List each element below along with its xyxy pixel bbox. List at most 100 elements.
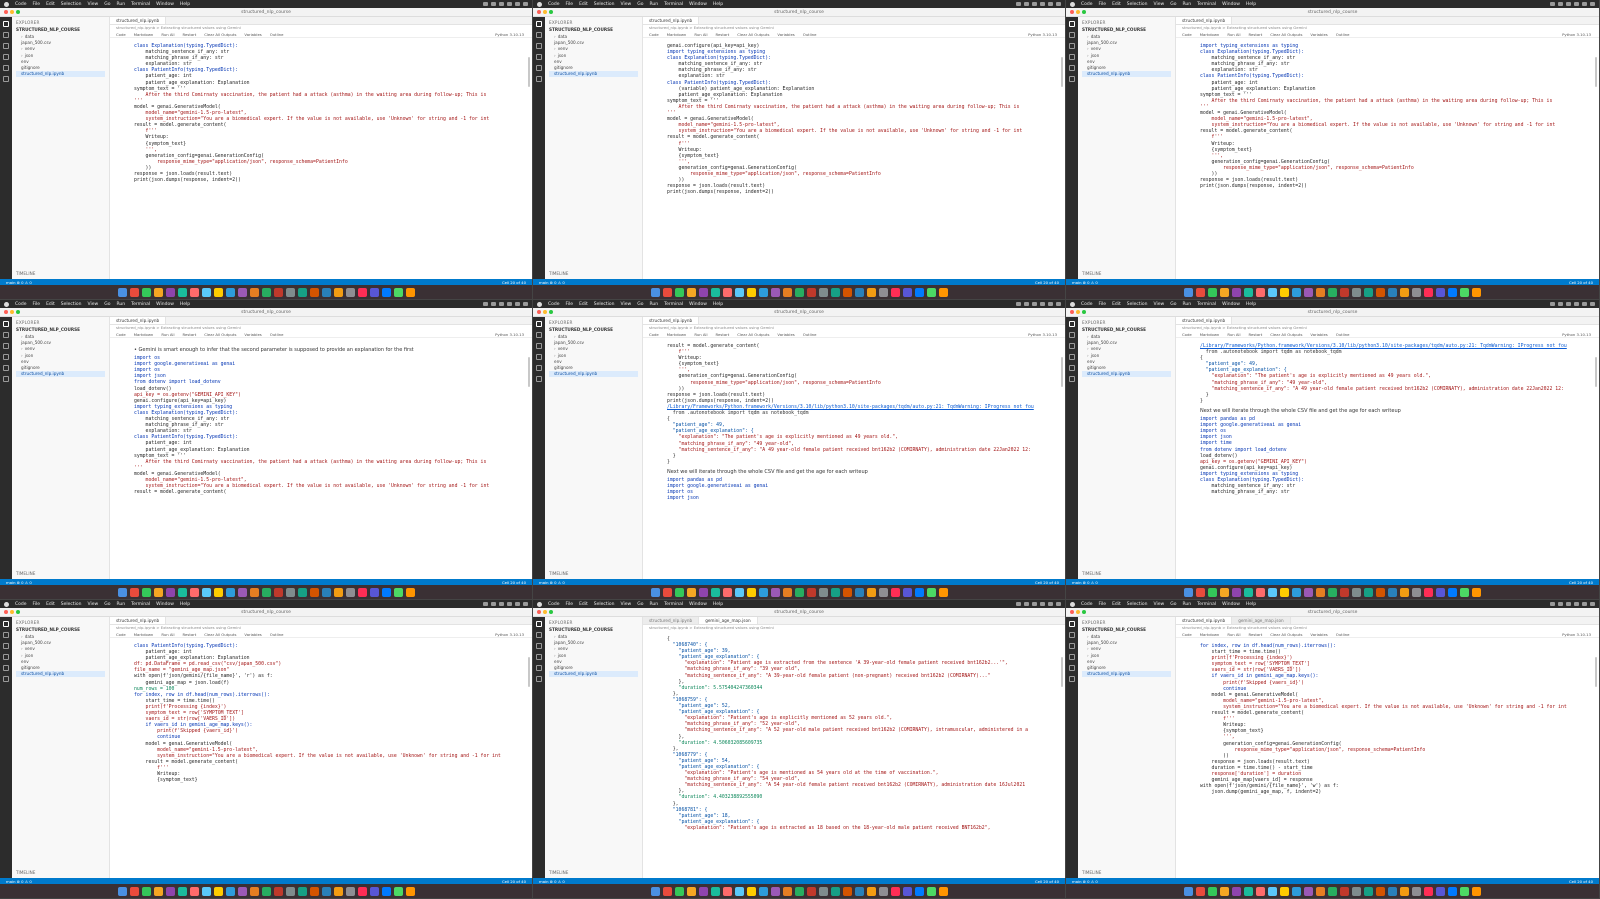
menu-item[interactable]: Window — [689, 602, 707, 607]
dock-app-icon[interactable] — [1256, 886, 1265, 896]
dock-app-icon[interactable] — [686, 287, 696, 297]
dock-app-icon[interactable] — [890, 287, 900, 297]
dock-app-icon[interactable] — [710, 886, 720, 896]
dock-app-icon[interactable] — [225, 886, 235, 896]
dock-app-icon[interactable] — [782, 886, 792, 896]
menu-item[interactable]: Code — [1081, 302, 1093, 307]
toolbar-button[interactable]: Code — [1182, 332, 1192, 337]
status-branch[interactable]: main ⊗ 0 ⚠ 0 — [6, 580, 32, 585]
dock-app-icon[interactable] — [902, 287, 912, 297]
tray-icon[interactable] — [1590, 602, 1595, 606]
dock-app-icon[interactable] — [1400, 587, 1409, 597]
menu-item[interactable]: Terminal — [1197, 2, 1216, 7]
dock-app-icon[interactable] — [1472, 587, 1481, 597]
explorer-icon[interactable] — [1069, 321, 1075, 327]
kernel-picker[interactable]: Python 3.10.13 — [1028, 32, 1065, 37]
testing-icon[interactable] — [1069, 676, 1075, 682]
project-folder[interactable]: STRUCTURED_NLP_COURSE — [549, 27, 638, 32]
dock-app-icon[interactable] — [381, 587, 391, 597]
source-control-icon[interactable] — [3, 643, 9, 649]
dock-app-icon[interactable] — [213, 587, 223, 597]
dock-app-icon[interactable] — [1292, 587, 1301, 597]
dock-app-icon[interactable] — [794, 587, 804, 597]
dock-app-icon[interactable] — [1208, 886, 1217, 896]
testing-icon[interactable] — [3, 376, 9, 382]
dock-app-icon[interactable] — [650, 287, 660, 297]
menu-item[interactable]: Run — [116, 602, 125, 607]
dock-app-icon[interactable] — [129, 287, 139, 297]
dock-app-icon[interactable] — [926, 886, 936, 896]
editor-scrollbar[interactable] — [528, 657, 530, 687]
dock-app-icon[interactable] — [878, 587, 888, 597]
dock-app-icon[interactable] — [650, 886, 660, 896]
menu-item[interactable]: Window — [156, 302, 174, 307]
testing-icon[interactable] — [1069, 76, 1075, 82]
dock-app-icon[interactable] — [1256, 287, 1265, 297]
timeline-section[interactable]: TIMELINE — [16, 571, 35, 576]
dock-app-icon[interactable] — [938, 287, 948, 297]
tray-icon[interactable] — [1550, 302, 1555, 306]
menu-item[interactable]: View — [621, 302, 632, 307]
dock-app-icon[interactable] — [1364, 287, 1373, 297]
timeline-section[interactable]: TIMELINE — [1082, 870, 1101, 875]
menu-item[interactable]: Code — [548, 602, 560, 607]
dock-app-icon[interactable] — [1196, 287, 1205, 297]
explorer-file[interactable]: structured_nlp.ipynb — [549, 671, 638, 678]
dock-app-icon[interactable] — [357, 287, 367, 297]
kernel-picker[interactable]: Python 3.10.13 — [495, 632, 532, 637]
dock-app-icon[interactable] — [746, 287, 756, 297]
dock-app-icon[interactable] — [189, 587, 199, 597]
tray-icon[interactable] — [1048, 302, 1053, 306]
toolbar-button[interactable]: Run All — [161, 632, 174, 637]
dock-app-icon[interactable] — [405, 886, 415, 896]
dock-app-icon[interactable] — [309, 886, 319, 896]
tray-icon[interactable] — [1048, 2, 1053, 6]
menu-item[interactable]: Selection — [61, 302, 82, 307]
explorer-icon[interactable] — [536, 621, 542, 627]
dock-app-icon[interactable] — [1304, 886, 1313, 896]
menu-item[interactable]: Help — [1246, 302, 1256, 307]
dock-app-icon[interactable] — [321, 886, 331, 896]
editor-tab-json[interactable]: gemini_age_map.json — [1232, 617, 1291, 624]
dock-app-icon[interactable] — [393, 587, 403, 597]
toolbar-button[interactable]: Code — [116, 332, 126, 337]
menu-item[interactable]: Terminal — [664, 2, 683, 7]
toolbar-button[interactable]: Clear All Outputs — [204, 632, 236, 637]
timeline-section[interactable]: TIMELINE — [549, 271, 568, 276]
dock-app-icon[interactable] — [1304, 587, 1313, 597]
source-control-icon[interactable] — [1069, 43, 1075, 49]
menu-item[interactable]: Run — [649, 2, 658, 7]
menu-item[interactable]: Code — [15, 302, 27, 307]
tray-icon[interactable] — [1558, 302, 1563, 306]
dock-app-icon[interactable] — [662, 886, 672, 896]
dock-app-icon[interactable] — [1268, 587, 1277, 597]
status-branch[interactable]: main ⊗ 0 ⚠ 0 — [1072, 879, 1098, 884]
tray-icon[interactable] — [1574, 602, 1579, 606]
dock-app-icon[interactable] — [1412, 886, 1421, 896]
dock-app-icon[interactable] — [273, 287, 283, 297]
explorer-file[interactable]: structured_nlp.ipynb — [16, 371, 105, 378]
kernel-picker[interactable]: Python 3.10.13 — [1028, 332, 1065, 337]
apple-icon[interactable] — [1070, 601, 1075, 607]
toolbar-button[interactable]: Variables — [244, 632, 261, 637]
tray-icon[interactable] — [483, 602, 488, 606]
dock-app-icon[interactable] — [225, 287, 235, 297]
editor-tab[interactable]: structured_nlp.ipynb — [110, 17, 167, 24]
status-branch[interactable]: main ⊗ 0 ⚠ 0 — [1072, 280, 1098, 285]
toolbar-button[interactable]: Outline — [1336, 632, 1350, 637]
menu-item[interactable]: Go — [637, 2, 643, 7]
tray-icon[interactable] — [507, 302, 512, 306]
dock-app-icon[interactable] — [1184, 287, 1193, 297]
search-icon[interactable] — [1069, 332, 1075, 338]
tray-icon[interactable] — [1048, 602, 1053, 606]
dock-app-icon[interactable] — [1304, 287, 1313, 297]
dock-app-icon[interactable] — [1232, 886, 1241, 896]
dock-app-icon[interactable] — [650, 587, 660, 597]
dock-app-icon[interactable] — [141, 587, 151, 597]
dock-app-icon[interactable] — [1196, 886, 1205, 896]
toolbar-button[interactable]: Restart — [716, 32, 730, 37]
dock-app-icon[interactable] — [710, 287, 720, 297]
extensions-icon[interactable] — [3, 665, 9, 671]
explorer-file[interactable]: structured_nlp.ipynb — [1082, 371, 1171, 378]
dock-app-icon[interactable] — [722, 886, 732, 896]
